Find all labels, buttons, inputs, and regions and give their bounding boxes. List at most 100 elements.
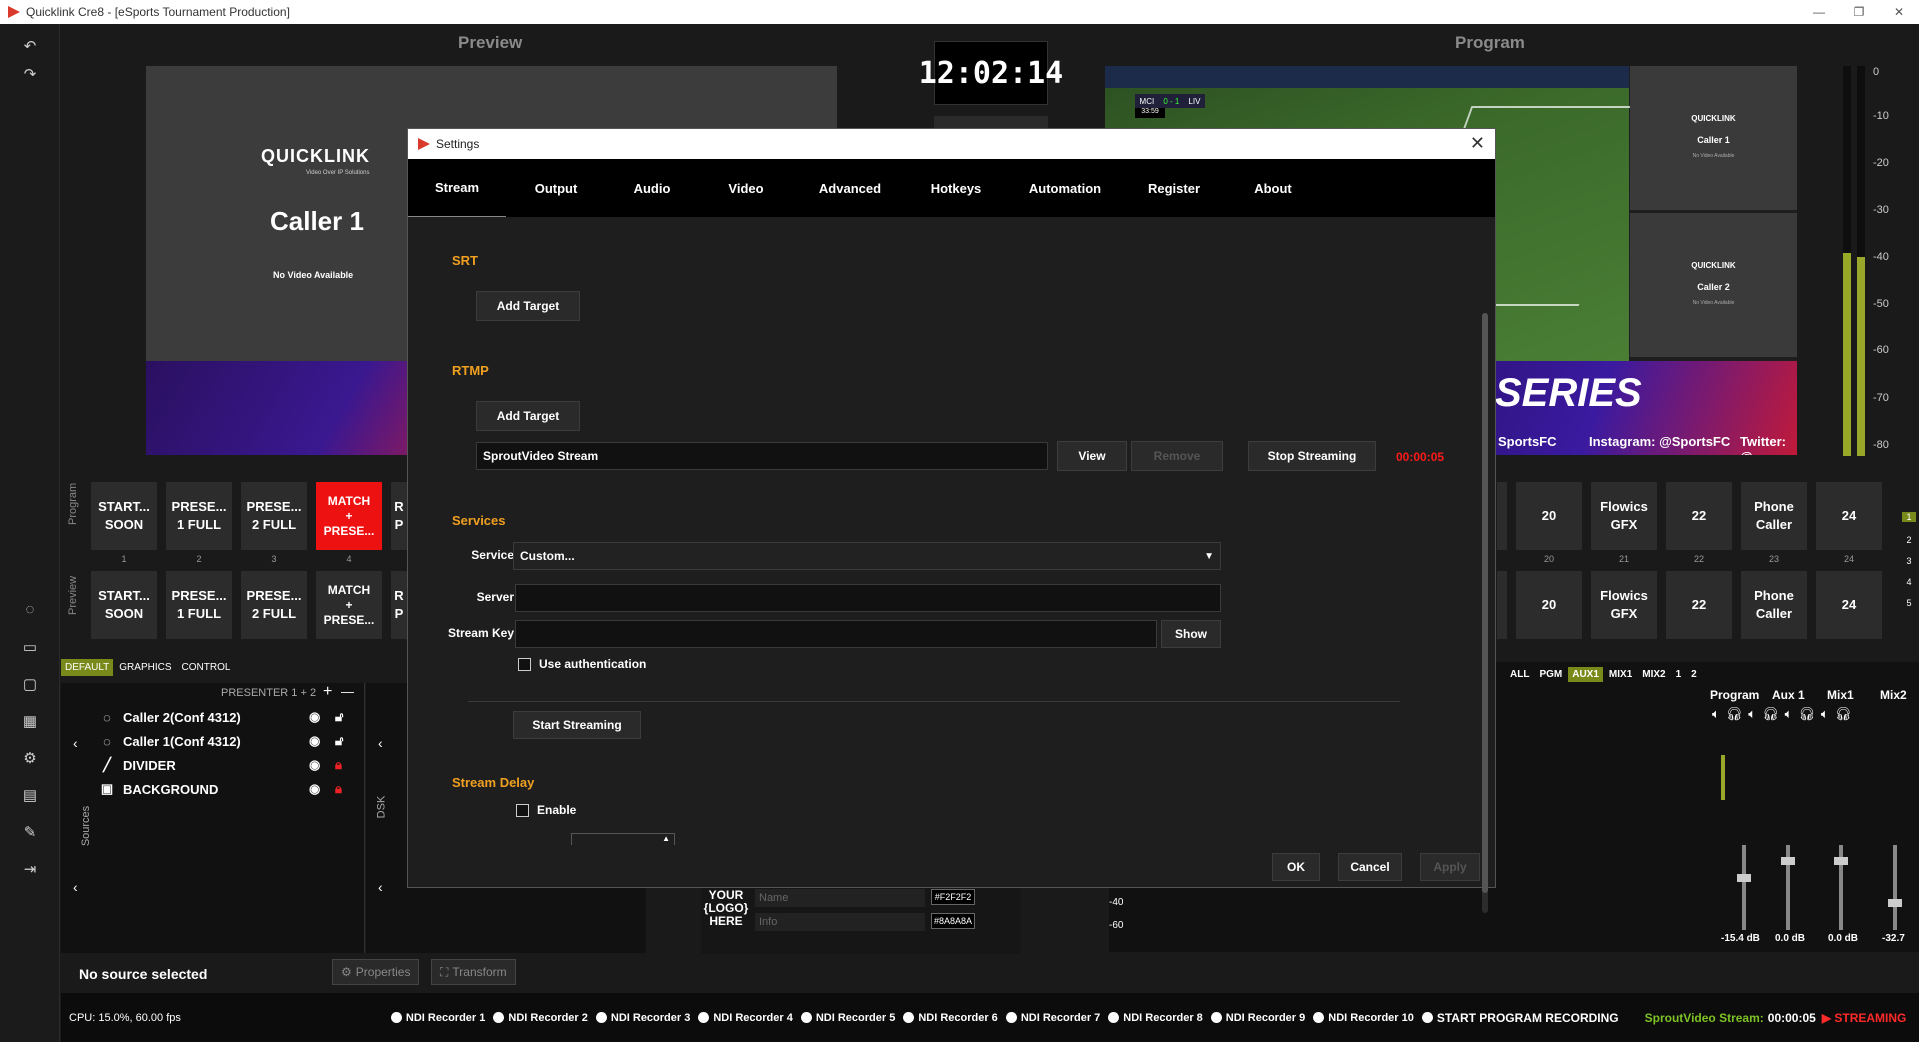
mixer-tab[interactable]: MIX1 bbox=[1605, 667, 1636, 682]
rtmp-target-name[interactable]: SproutVideo Stream bbox=[476, 442, 1048, 470]
chevron-left-icon[interactable]: ‹ bbox=[73, 879, 78, 895]
transform-button[interactable]: ⛶ Transform bbox=[431, 959, 516, 985]
fader-program[interactable] bbox=[1737, 845, 1751, 930]
overlay-name-input[interactable]: Name bbox=[755, 889, 925, 907]
close-window-button[interactable]: ✕ bbox=[1879, 0, 1919, 24]
scrollbar-thumb[interactable] bbox=[1482, 313, 1488, 893]
mixer-tab[interactable]: 2 bbox=[1687, 667, 1701, 682]
redo-icon[interactable]: ↷ bbox=[18, 64, 42, 86]
ndi-recorder[interactable]: NDI Recorder 9 bbox=[1210, 1012, 1305, 1024]
view-button[interactable]: View bbox=[1057, 441, 1127, 471]
ndi-recorder[interactable]: NDI Recorder 2 bbox=[493, 1012, 588, 1024]
speaker-headphone-icons[interactable]: 🔈︎🎧︎🔈︎🎧︎🔈︎🎧︎🔈︎🎧︎ bbox=[1712, 706, 1857, 722]
preview-scene-5[interactable]: R P bbox=[391, 571, 407, 639]
overlay-info-input[interactable]: Info bbox=[755, 913, 925, 931]
program-scene-23[interactable]: Phone Caller bbox=[1741, 482, 1807, 550]
preview-scene-21[interactable]: Flowics GFX bbox=[1591, 571, 1657, 639]
source-item[interactable]: ◌ Caller 1(Conf 4312) ◉ 🔓︎ bbox=[99, 731, 357, 751]
ndi-recorder[interactable]: NDI Recorder 5 bbox=[800, 1012, 895, 1024]
page-number[interactable]: 2 bbox=[1902, 535, 1916, 545]
preview-scene-23[interactable]: Phone Caller bbox=[1741, 571, 1807, 639]
rtmp-add-target-button[interactable]: Add Target bbox=[476, 401, 580, 431]
preview-scene-19[interactable] bbox=[1497, 571, 1507, 639]
ndi-recorder[interactable]: NDI Recorder 3 bbox=[595, 1012, 690, 1024]
exit-icon[interactable]: ⇥ bbox=[18, 859, 42, 881]
display-icon[interactable]: ▢ bbox=[18, 674, 42, 696]
mixer-tab[interactable]: 1 bbox=[1672, 667, 1686, 682]
tab-video[interactable]: Video bbox=[698, 159, 794, 217]
remove-button[interactable]: Remove bbox=[1131, 441, 1223, 471]
service-select[interactable]: Custom... ▼ bbox=[513, 542, 1221, 570]
ndi-recorder[interactable]: NDI Recorder 1 bbox=[390, 1012, 485, 1024]
chevron-left-icon[interactable]: ‹ bbox=[378, 879, 383, 895]
tools-icon[interactable]: ✎ bbox=[18, 822, 42, 844]
source-item[interactable]: ╱ DIVIDER ◉ 🔒︎ bbox=[99, 755, 357, 775]
restore-button[interactable]: ❐ bbox=[1839, 0, 1879, 24]
chevron-left-icon[interactable]: ‹ bbox=[378, 735, 383, 751]
tab-stream[interactable]: Stream bbox=[408, 159, 506, 217]
tab-about[interactable]: About bbox=[1224, 159, 1322, 217]
ok-button[interactable]: OK bbox=[1272, 853, 1320, 881]
program-scene-21[interactable]: Flowics GFX bbox=[1591, 482, 1657, 550]
checkbox-box[interactable] bbox=[518, 657, 531, 671]
page-number[interactable]: 5 bbox=[1902, 598, 1916, 608]
fader-mix2[interactable] bbox=[1888, 845, 1902, 930]
mixer-tab[interactable]: PGM bbox=[1535, 667, 1566, 682]
unlock-icon[interactable]: 🔓︎ bbox=[335, 709, 343, 725]
ndi-recorder[interactable]: NDI Recorder 8 bbox=[1108, 1012, 1203, 1024]
page-number[interactable]: 4 bbox=[1902, 577, 1916, 587]
show-key-button[interactable]: Show bbox=[1161, 620, 1221, 648]
tab-default[interactable]: DEFAULT bbox=[61, 659, 114, 676]
layout-grid-icon[interactable]: ▦ bbox=[18, 711, 42, 733]
gear-icon[interactable]: ⚙ bbox=[18, 748, 42, 770]
preview-scene-3[interactable]: PRESE... 2 FULL bbox=[241, 571, 307, 639]
fader-knob[interactable] bbox=[1781, 857, 1795, 865]
ndi-recorder[interactable]: NDI Recorder 4 bbox=[698, 1012, 793, 1024]
preview-scene-4[interactable]: MATCH + PRESE... bbox=[316, 571, 382, 639]
lock-icon[interactable]: 🔒︎ bbox=[335, 781, 342, 797]
fader-mix1[interactable] bbox=[1834, 845, 1848, 930]
preview-scene-1[interactable]: START... SOON bbox=[91, 571, 157, 639]
ndi-recorder[interactable]: NDI Recorder 6 bbox=[903, 1012, 998, 1024]
preview-scene-24[interactable]: 24 bbox=[1816, 571, 1882, 639]
page-number[interactable]: 3 bbox=[1902, 556, 1916, 566]
delay-enable-checkbox[interactable]: Enable bbox=[516, 803, 576, 817]
mixer-tab[interactable]: ALL bbox=[1506, 667, 1533, 682]
mixer-tab[interactable]: MIX2 bbox=[1638, 667, 1669, 682]
files-icon[interactable]: ▤ bbox=[18, 785, 42, 807]
server-input[interactable] bbox=[515, 584, 1221, 612]
mixer-tab-active[interactable]: AUX1 bbox=[1568, 667, 1603, 682]
quicklink-icon[interactable]: ◌ bbox=[18, 599, 42, 621]
tab-register[interactable]: Register bbox=[1124, 159, 1224, 217]
program-scene-20[interactable]: 20 bbox=[1516, 482, 1582, 550]
fader-knob[interactable] bbox=[1737, 874, 1751, 882]
program-scene-19[interactable] bbox=[1497, 482, 1507, 550]
eye-icon[interactable]: ◉ bbox=[309, 733, 320, 749]
program-scene-24[interactable]: 24 bbox=[1816, 482, 1882, 550]
checkbox-box[interactable] bbox=[516, 803, 529, 817]
page-number-active[interactable]: 1 bbox=[1902, 512, 1916, 522]
color-swatch-1[interactable]: #F2F2F2 bbox=[931, 889, 975, 905]
eye-icon[interactable]: ◉ bbox=[309, 781, 320, 797]
chevron-left-icon[interactable]: ‹ bbox=[73, 735, 78, 751]
fader-knob[interactable] bbox=[1834, 857, 1848, 865]
tab-graphics[interactable]: GRAPHICS bbox=[115, 659, 175, 676]
fader-knob[interactable] bbox=[1888, 899, 1902, 907]
remove-source-icon[interactable]: — bbox=[341, 684, 354, 699]
tab-output[interactable]: Output bbox=[506, 159, 606, 217]
start-streaming-button[interactable]: Start Streaming bbox=[513, 711, 641, 739]
preview-scene-20[interactable]: 20 bbox=[1516, 571, 1582, 639]
program-record-button[interactable]: START PROGRAM RECORDING bbox=[1421, 1011, 1619, 1025]
tab-advanced[interactable]: Advanced bbox=[794, 159, 906, 217]
fader-aux1[interactable] bbox=[1781, 845, 1795, 930]
monitor-icon[interactable]: ▭ bbox=[18, 637, 42, 659]
stream-key-input[interactable] bbox=[515, 620, 1157, 648]
eye-icon[interactable]: ◉ bbox=[309, 757, 320, 773]
ndi-recorder[interactable]: NDI Recorder 10 bbox=[1313, 1012, 1414, 1024]
program-scene-22[interactable]: 22 bbox=[1666, 482, 1732, 550]
color-swatch-2[interactable]: #8A8A8A bbox=[931, 913, 975, 929]
preview-scene-2[interactable]: PRESE... 1 FULL bbox=[166, 571, 232, 639]
add-source-icon[interactable]: + bbox=[323, 683, 332, 701]
tab-audio[interactable]: Audio bbox=[606, 159, 698, 217]
close-icon[interactable]: ✕ bbox=[1470, 133, 1485, 154]
